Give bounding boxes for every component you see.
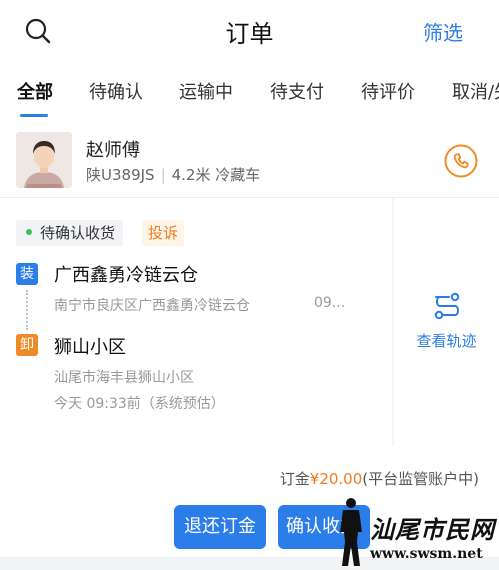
unload-location-name: 狮山小区	[54, 337, 126, 358]
tab-in-transit[interactable]: 运输中	[179, 78, 233, 104]
refund-deposit-button[interactable]: 退还订金	[174, 505, 266, 549]
deposit-amount: ¥20.00	[309, 470, 363, 488]
load-time: 09...	[314, 295, 346, 311]
separator: |	[160, 166, 166, 184]
deposit-prefix: 订金	[279, 470, 310, 488]
driver-info[interactable]: 赵师傅 陕U389JS | 4.2米 冷藏车	[0, 120, 499, 198]
unload-tag: 卸	[16, 334, 38, 356]
vehicle-info: 陕U389JS | 4.2米 冷藏车	[86, 164, 260, 185]
load-location-address: 南宁市良庆区广西鑫勇冷链云仓	[54, 298, 250, 314]
tab-cancelled[interactable]: 取消/失	[452, 78, 499, 104]
order-tabs: 全部 待确认 运输中 待支付 待评价 取消/失	[0, 64, 499, 120]
deposit-info: 订金¥20.00(平台监管账户中)	[280, 468, 479, 489]
route-icon[interactable]	[432, 291, 462, 321]
silhouette-logo-icon	[340, 498, 362, 566]
vehicle-type: 4.2米 冷藏车	[171, 166, 261, 184]
load-location-name: 广西鑫勇冷链云仓	[54, 265, 198, 286]
active-tab-indicator	[20, 114, 48, 117]
deposit-note: (平台监管账户中)	[362, 470, 479, 488]
tab-pending-confirm[interactable]: 待确认	[89, 78, 143, 104]
order-card-area: 待确认收货 投诉 装 卸 广西鑫勇冷链云仓 南宁市良庆区广西鑫勇冷链云仓 09.…	[0, 198, 499, 446]
tab-pending-review[interactable]: 待评价	[361, 78, 415, 104]
view-track-link[interactable]: 查看轨迹	[394, 330, 499, 351]
tab-pending-payment[interactable]: 待支付	[270, 78, 324, 104]
status-dot-icon	[26, 228, 32, 235]
tab-all[interactable]: 全部	[17, 78, 53, 104]
watermark: 汕尾市民网 www.swsm.net	[330, 490, 499, 570]
watermark-url: www.swsm.net	[370, 546, 483, 562]
status-label: 待确认收货	[40, 224, 116, 242]
complaint-button[interactable]: 投诉	[142, 220, 185, 246]
license-plate: 陕U389JS	[86, 166, 155, 184]
unload-location-address: 汕尾市海丰县狮山小区	[54, 370, 194, 386]
load-tag: 装	[16, 263, 38, 285]
track-panel[interactable]	[394, 198, 499, 446]
status-badge: 待确认收货	[16, 220, 124, 246]
avatar	[16, 132, 72, 188]
filter-button[interactable]: 筛选	[423, 17, 463, 46]
order-card[interactable]: 待确认收货 投诉 装 卸 广西鑫勇冷链云仓 南宁市良庆区广西鑫勇冷链云仓 09.…	[0, 198, 392, 446]
estimated-arrival: 今天 09:33前（系统预估）	[54, 396, 225, 412]
route-connector	[26, 290, 28, 330]
phone-icon[interactable]	[444, 144, 478, 178]
watermark-text: 汕尾市民网	[370, 515, 495, 544]
header: 订单 筛选	[0, 0, 499, 62]
driver-name: 赵师傅	[86, 140, 140, 161]
